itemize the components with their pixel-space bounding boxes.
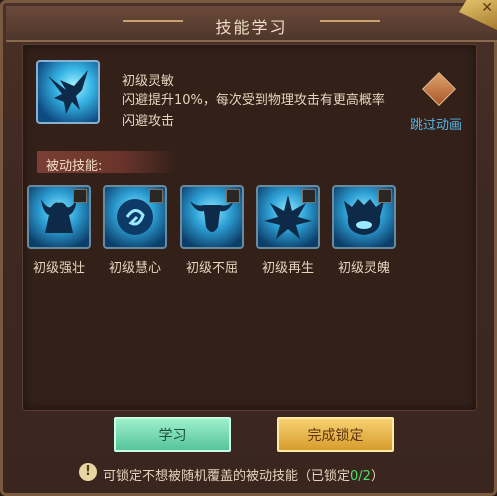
passive-skill-slot[interactable] (27, 185, 91, 249)
passive-skill-slot[interactable] (256, 185, 320, 249)
lock-checkbox[interactable] (73, 189, 87, 203)
lock-checkbox[interactable] (378, 189, 392, 203)
lock-checkbox[interactable] (149, 189, 163, 203)
eagle-icon (48, 70, 88, 114)
passive-skill-label: 初级不屈 (185, 261, 238, 276)
lock-checkbox[interactable] (302, 189, 316, 203)
skip-animation-link[interactable]: 跳过动画 (410, 114, 462, 133)
skill-name: 初级灵敏 (122, 74, 175, 89)
passive-skill-slot[interactable] (180, 185, 244, 249)
lock-hint-suffix: ） (370, 469, 384, 484)
lock-checkbox[interactable] (226, 189, 240, 203)
passive-skill-slot[interactable] (103, 185, 167, 249)
warning-icon: ! (79, 463, 97, 481)
passive-skill-label: 初级再生 (261, 261, 314, 276)
skill-icon-frame (36, 60, 100, 124)
passive-skill-label: 初级灵魄 (337, 261, 390, 276)
passive-skills-label: 被动技能: (46, 159, 103, 174)
complete-lock-button[interactable]: 完成锁定 (277, 417, 394, 452)
skill-description: 闪避提升10%，每次受到物理攻击有更高概率闪避攻击 (122, 93, 385, 129)
passive-skill-label: 初级慧心 (108, 261, 161, 276)
passive-skill-label: 初级强壮 (32, 261, 85, 276)
lock-hint-text: 可锁定不想被随机覆盖的被动技能（已锁定 (103, 469, 351, 484)
passive-skill-slot[interactable] (332, 185, 396, 249)
window-title: 技能学习 (215, 18, 288, 37)
lock-count: 0/2 (350, 469, 371, 484)
learn-button[interactable]: 学习 (114, 417, 231, 452)
lock-hint: 可锁定不想被随机覆盖的被动技能（已锁定0/2） (103, 465, 384, 484)
close-icon: ✕ (481, 0, 493, 16)
